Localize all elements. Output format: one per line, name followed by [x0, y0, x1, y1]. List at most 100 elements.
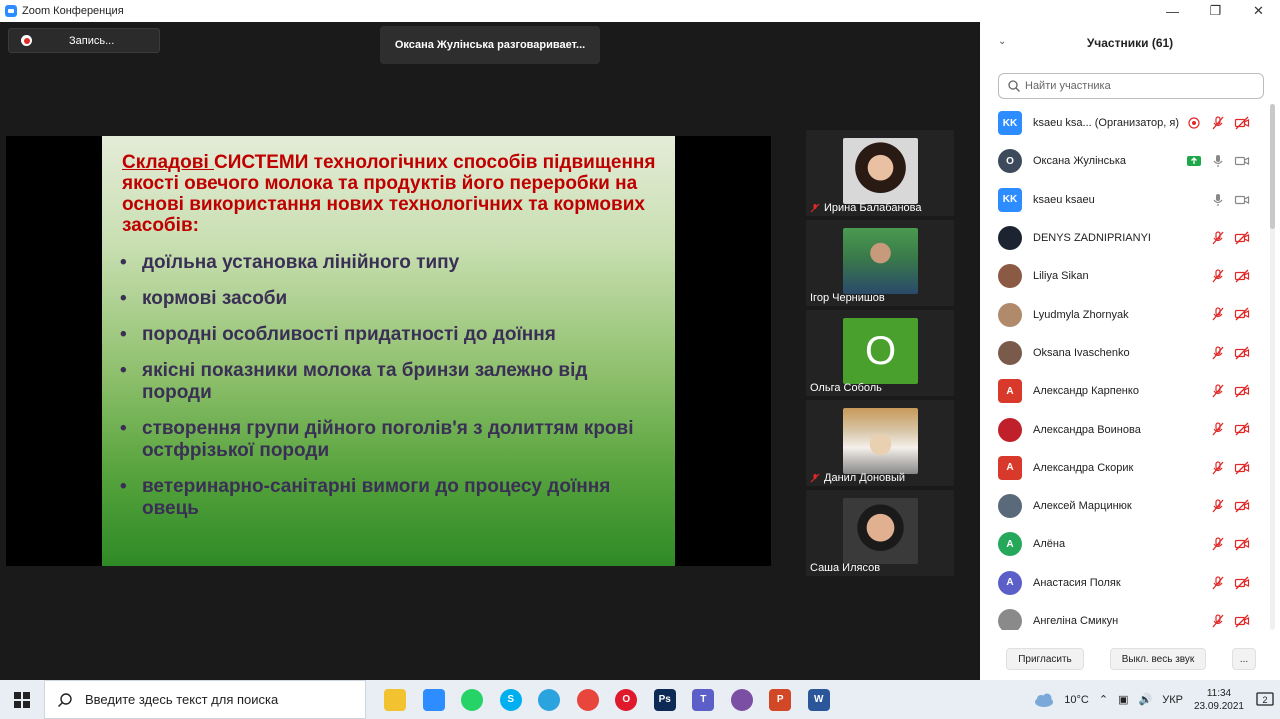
video-icon[interactable] [1234, 153, 1250, 169]
mic-muted-icon[interactable] [1210, 575, 1226, 591]
mic-muted-icon[interactable] [1210, 536, 1226, 552]
mute-all-button[interactable]: Выкл. весь звук [1110, 648, 1206, 670]
thumbnail-name-row: Ігор Чернишов [810, 292, 885, 304]
teams-icon: T [692, 688, 715, 711]
video-off-icon[interactable] [1234, 575, 1250, 591]
participant-row[interactable]: KK ksaeu ksa... (Организатор, я) [980, 104, 1266, 142]
mic-muted-icon[interactable] [1210, 345, 1226, 361]
participants-scrollbar[interactable] [1270, 104, 1275, 630]
record-button[interactable]: Запись... [8, 28, 160, 53]
video-off-icon[interactable] [1234, 613, 1250, 629]
video-off-icon[interactable] [1234, 115, 1250, 131]
taskbar-search[interactable]: Введите здесь текст для поиска [44, 680, 366, 719]
video-icon[interactable] [1234, 192, 1250, 208]
participant-row[interactable]: Александра Воинова [980, 410, 1266, 448]
scrollbar-thumb[interactable] [1270, 104, 1275, 229]
participant-row[interactable]: А Алёна [980, 525, 1266, 563]
participant-row[interactable]: DENYS ZADNIPRIANYI [980, 219, 1266, 257]
skype-icon: S [499, 688, 522, 711]
clock[interactable]: 11:34 23.09.2021 [1194, 687, 1244, 713]
zoom-app-icon [5, 5, 17, 17]
mic-icon[interactable] [1210, 153, 1226, 169]
mic-icon[interactable] [1210, 192, 1226, 208]
participant-row[interactable]: Алексей Марцинюк [980, 487, 1266, 525]
mic-muted-icon[interactable] [1210, 230, 1226, 246]
restore-button[interactable]: ❐ [1194, 0, 1237, 22]
mic-muted-icon[interactable] [1210, 115, 1226, 131]
participant-row[interactable]: KK ksaeu ksaeu [980, 181, 1266, 219]
video-thumbnail[interactable]: Ирина Балабанова [806, 130, 954, 216]
taskbar-app-telegram[interactable] [530, 680, 569, 719]
mic-muted-icon[interactable] [1210, 498, 1226, 514]
participant-row[interactable]: А Александр Карпенко [980, 372, 1266, 410]
thumbnail-name: Ігор Чернишов [810, 292, 885, 304]
video-off-icon[interactable] [1234, 268, 1250, 284]
taskbar-app-zoom[interactable] [415, 680, 454, 719]
taskbar-app-teams[interactable]: T [684, 680, 723, 719]
taskbar-app-opera[interactable]: O [607, 680, 646, 719]
participant-row[interactable]: Liliya Sikan [980, 257, 1266, 295]
minimize-button[interactable]: — [1151, 0, 1194, 22]
mic-muted-icon[interactable] [1210, 268, 1226, 284]
video-off-icon[interactable] [1234, 345, 1250, 361]
taskbar-app-whatsapp[interactable] [453, 680, 492, 719]
participant-row[interactable]: Lyudmyla Zhornyak [980, 295, 1266, 333]
participant-row[interactable]: А Анастасия Поляк [980, 564, 1266, 602]
invite-button[interactable]: Пригласить [1006, 648, 1084, 670]
volume-icon[interactable]: 🔊 [1139, 693, 1153, 706]
slide-bullets: доїльна установка лінійного типу кормові… [120, 252, 657, 520]
language-indicator[interactable]: УКР [1162, 694, 1183, 706]
taskbar-app-viber[interactable] [723, 680, 762, 719]
video-thumbnail[interactable]: Ігор Чернишов [806, 220, 954, 306]
video-thumbnail[interactable]: Данил Доновый [806, 400, 954, 486]
mic-muted-icon[interactable] [1210, 306, 1226, 322]
taskbar-app-photoshop[interactable]: Ps [646, 680, 685, 719]
notification-center[interactable]: 2 [1250, 680, 1280, 719]
mic-muted-icon[interactable] [1210, 421, 1226, 437]
slide-bullet: породні особливості придатності до доїнн… [120, 324, 657, 346]
taskbar-app-file-explorer[interactable] [376, 680, 415, 719]
participant-name: Алёна [1033, 538, 1066, 551]
participant-row[interactable]: Ангеліна Смикун [980, 602, 1266, 630]
mic-muted-icon[interactable] [1210, 383, 1226, 399]
weather-temperature[interactable]: 10°C [1064, 694, 1089, 706]
taskbar-app-word[interactable]: W [800, 680, 839, 719]
participant-name: Ангеліна Смикун [1033, 615, 1119, 627]
participant-status-icons [1210, 575, 1250, 591]
participant-row[interactable]: Oksana Ivaschenko [980, 334, 1266, 372]
mic-muted-icon[interactable] [1210, 613, 1226, 629]
participant-row[interactable]: О Оксана Жулінська [980, 142, 1266, 180]
participant-name: Александра Скорик [1033, 461, 1134, 474]
participants-list: KK ksaeu ksa... (Организатор, я) О Оксана Ж… [980, 104, 1266, 630]
participant-name: Александра Воинова [1033, 423, 1141, 436]
video-off-icon[interactable] [1234, 383, 1250, 399]
slide-bullet: якісні показники молока та бринзи залежн… [120, 360, 657, 404]
video-thumbnail[interactable]: О Ольга Соболь [806, 310, 954, 396]
participant-name: Lyudmyla Zhornyak [1033, 308, 1129, 321]
screen-share-icon [1187, 156, 1201, 167]
network-icon[interactable]: ▣ [1118, 693, 1128, 706]
avatar [998, 302, 1022, 327]
start-button[interactable] [0, 680, 44, 719]
mic-muted-icon[interactable] [1210, 460, 1226, 476]
taskbar-app-skype[interactable]: S [492, 680, 531, 719]
close-button[interactable]: ✕ [1237, 0, 1280, 22]
word-icon: W [807, 688, 830, 711]
participant-search-input[interactable] [1025, 80, 1255, 92]
participant-status-icons [1186, 115, 1250, 131]
thumbnail-name: Саша Илясов [810, 562, 881, 574]
participant-search[interactable] [998, 73, 1264, 99]
video-off-icon[interactable] [1234, 421, 1250, 437]
video-off-icon[interactable] [1234, 460, 1250, 476]
tray-expand-icon[interactable]: ⌃ [1099, 693, 1108, 706]
participant-row[interactable]: А Александра Скорик [980, 449, 1266, 487]
more-button[interactable]: ... [1232, 648, 1256, 670]
video-thumbnail[interactable]: Саша Илясов [806, 490, 954, 576]
taskbar-app-chrome[interactable] [569, 680, 608, 719]
avatar: KK [998, 187, 1022, 212]
video-off-icon[interactable] [1234, 230, 1250, 246]
video-off-icon[interactable] [1234, 306, 1250, 322]
taskbar-app-powerpoint[interactable]: P [761, 680, 800, 719]
video-off-icon[interactable] [1234, 498, 1250, 514]
video-off-icon[interactable] [1234, 536, 1250, 552]
